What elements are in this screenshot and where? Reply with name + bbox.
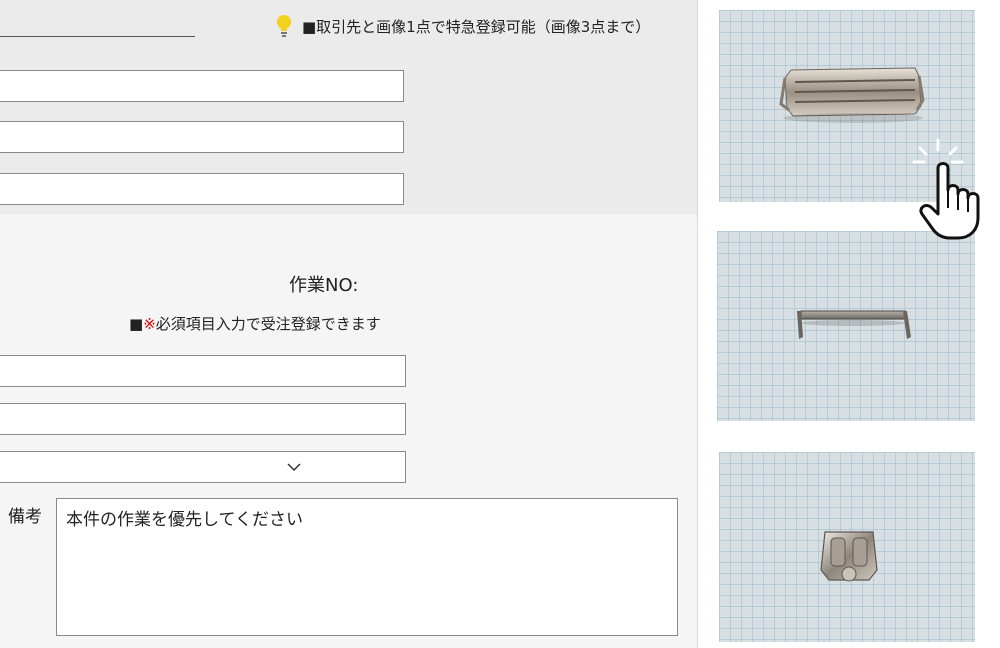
upload-section: ■取引先と画像1点で特急登録可能（画像3点まで）	[0, 0, 697, 214]
lightbulb-icon	[277, 15, 291, 37]
client-name-field[interactable]	[0, 36, 195, 37]
photo-2[interactable]	[717, 231, 975, 421]
order-select[interactable]	[0, 451, 406, 483]
remarks-value: 本件の作業を優先してください	[66, 510, 303, 530]
photo-3[interactable]	[719, 452, 975, 642]
photo-panel	[697, 0, 1000, 648]
photo-card-2[interactable]	[698, 214, 1000, 439]
remarks-textarea[interactable]: 本件の作業を優先してください	[56, 498, 678, 636]
express-registration-notice: ■取引先と画像1点で特急登録可能（画像3点まで）	[302, 18, 651, 36]
required-note-text: 必須項目入力で受注登録できます	[155, 315, 381, 333]
top-input-1[interactable]	[0, 70, 404, 102]
required-mark: ※	[143, 315, 156, 333]
work-number-label: 作業NO:	[289, 275, 359, 296]
metal-bracket-small-icon	[797, 310, 911, 339]
required-fields-note: ■※必須項目入力で受注登録できます	[129, 313, 381, 334]
remarks-label: 備考	[8, 507, 42, 527]
order-input-2[interactable]	[0, 403, 406, 435]
photo-card-3[interactable]	[698, 438, 1000, 648]
top-input-2[interactable]	[0, 121, 404, 153]
required-note-prefix: ■	[129, 315, 144, 333]
metal-clip-icon	[820, 531, 878, 582]
chevron-down-icon[interactable]	[287, 463, 301, 472]
top-input-3[interactable]	[0, 173, 404, 205]
pointing-hand-icon	[912, 138, 980, 240]
order-input-1[interactable]	[0, 355, 406, 387]
